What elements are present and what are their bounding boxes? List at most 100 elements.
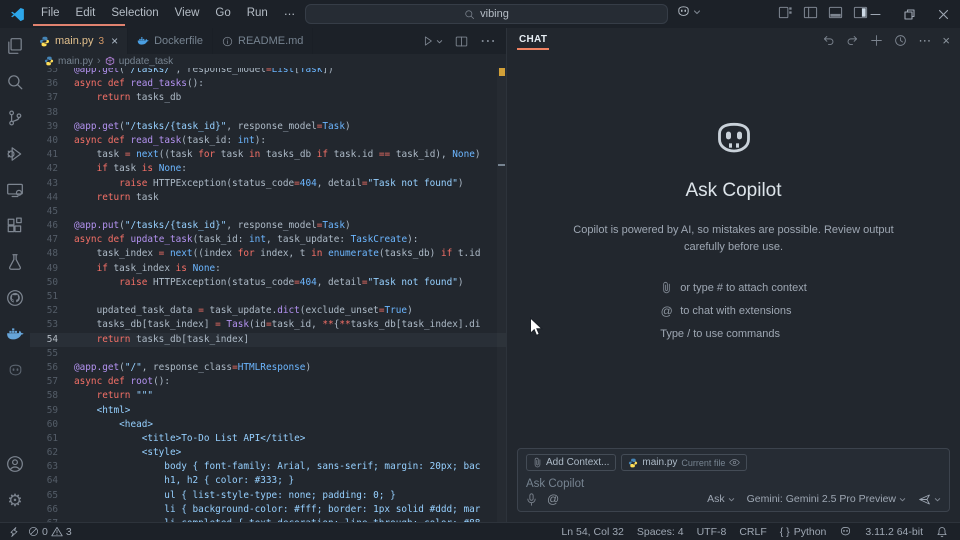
account-icon[interactable]: [0, 446, 30, 482]
run-button[interactable]: [422, 35, 443, 47]
source-control-icon[interactable]: [0, 100, 30, 136]
docker-icon[interactable]: [0, 316, 30, 352]
code-line[interactable]: 36async def read_tasks():: [30, 77, 506, 91]
line-number[interactable]: 55: [30, 347, 74, 361]
line-number[interactable]: 61: [30, 432, 74, 446]
menu-[interactable]: ⋯: [276, 4, 304, 24]
menu-edit[interactable]: Edit: [68, 4, 104, 24]
line-number[interactable]: 44: [30, 191, 74, 205]
code-line[interactable]: 61 <title>To-Do List API</title>: [30, 432, 506, 446]
code-line[interactable]: 45: [30, 205, 506, 219]
settings-gear-icon[interactable]: ⚙: [0, 482, 30, 518]
command-search-input[interactable]: vibing: [305, 4, 668, 24]
indentation[interactable]: Spaces: 4: [637, 526, 684, 538]
toggle-panel-icon[interactable]: [828, 5, 843, 20]
tab-main-py[interactable]: main.py 3 ×: [30, 28, 128, 54]
line-number[interactable]: 36: [30, 77, 74, 91]
line-number[interactable]: 62: [30, 446, 74, 460]
copilot-menu-button[interactable]: [676, 4, 701, 19]
eye-icon[interactable]: [729, 458, 740, 467]
chat-mode-dropdown[interactable]: Ask: [707, 493, 735, 505]
line-number[interactable]: 54: [30, 333, 74, 347]
code-line[interactable]: 59 <html>: [30, 404, 506, 418]
copilot-status-icon[interactable]: [839, 525, 852, 538]
chat-input-box[interactable]: Add Context... main.py Current file Ask …: [517, 448, 950, 512]
editor-more-actions[interactable]: ⋯: [480, 31, 496, 51]
tab-dockerfile[interactable]: Dockerfile: [128, 28, 213, 54]
line-number[interactable]: 57: [30, 375, 74, 389]
model-picker-dropdown[interactable]: Gemini: Gemini 2.5 Pro Preview: [747, 493, 906, 505]
line-number[interactable]: 42: [30, 162, 74, 176]
line-number[interactable]: 56: [30, 361, 74, 375]
line-number[interactable]: 51: [30, 290, 74, 304]
code-line[interactable]: 57async def root():: [30, 375, 506, 389]
customize-layout-icon[interactable]: [778, 5, 793, 20]
send-button[interactable]: [918, 493, 941, 506]
toggle-primary-sidebar-icon[interactable]: [803, 5, 818, 20]
menu-selection[interactable]: Selection: [103, 4, 166, 24]
chat-close-icon[interactable]: ×: [942, 34, 950, 47]
history-icon[interactable]: [894, 34, 907, 47]
code-line[interactable]: 51: [30, 290, 506, 304]
microphone-icon[interactable]: [526, 493, 537, 506]
code-line[interactable]: 60 <head>: [30, 418, 506, 432]
code-line[interactable]: 46@app.put("/tasks/{task_id}", response_…: [30, 219, 506, 233]
code-line[interactable]: 50 raise HTTPException(status_code=404, …: [30, 276, 506, 290]
menu-go[interactable]: Go: [207, 4, 238, 24]
line-number[interactable]: 63: [30, 460, 74, 474]
problems-indicator[interactable]: 0 3: [28, 526, 72, 538]
code-line[interactable]: 64 h1, h2 { color: #333; }: [30, 474, 506, 488]
redo-icon[interactable]: [846, 34, 859, 47]
run-debug-icon[interactable]: [0, 136, 30, 172]
code-line[interactable]: 38: [30, 106, 506, 120]
restore-button[interactable]: [892, 0, 926, 28]
chat-prompt-input[interactable]: Ask Copilot: [526, 478, 941, 490]
line-number[interactable]: 46: [30, 219, 74, 233]
line-number[interactable]: 58: [30, 389, 74, 403]
line-number[interactable]: 66: [30, 503, 74, 517]
breadcrumb-symbol[interactable]: update_task: [119, 56, 174, 67]
line-number[interactable]: 40: [30, 134, 74, 148]
line-number[interactable]: 38: [30, 106, 74, 120]
line-number[interactable]: 59: [30, 404, 74, 418]
code-line[interactable]: 52 updated_task_data = task_update.dict(…: [30, 304, 506, 318]
code-line[interactable]: 37 return tasks_db: [30, 91, 506, 105]
line-number[interactable]: 39: [30, 120, 74, 134]
code-line[interactable]: 42 if task is None:: [30, 162, 506, 176]
split-editor-icon[interactable]: [455, 35, 468, 48]
encoding[interactable]: UTF-8: [697, 526, 727, 538]
chat-tab[interactable]: CHAT: [517, 30, 549, 50]
github-icon[interactable]: [0, 280, 30, 316]
notifications-bell-icon[interactable]: [936, 526, 948, 538]
copilot-chat-icon[interactable]: [0, 352, 30, 388]
undo-icon[interactable]: [822, 34, 835, 47]
tab-close-icon[interactable]: ×: [111, 34, 118, 48]
close-window-button[interactable]: [926, 0, 960, 28]
menu-run[interactable]: Run: [239, 4, 276, 24]
explorer-icon[interactable]: [0, 28, 30, 64]
code-line[interactable]: 44 return task: [30, 191, 506, 205]
line-number[interactable]: 64: [30, 474, 74, 488]
cursor-position[interactable]: Ln 54, Col 32: [561, 526, 623, 538]
testing-icon[interactable]: [0, 244, 30, 280]
code-line[interactable]: 55: [30, 347, 506, 361]
line-number[interactable]: 52: [30, 304, 74, 318]
line-number[interactable]: 50: [30, 276, 74, 290]
tab-readme[interactable]: README.md: [213, 28, 313, 54]
remote-explorer-icon[interactable]: [0, 172, 30, 208]
line-number[interactable]: 41: [30, 148, 74, 162]
code-line[interactable]: 40async def read_task(task_id: int):: [30, 134, 506, 148]
code-line[interactable]: 54 return tasks_db[task_index]: [30, 333, 506, 347]
search-sidebar-icon[interactable]: [0, 64, 30, 100]
code-line[interactable]: 53 tasks_db[task_index] = Task(id=task_i…: [30, 318, 506, 332]
minimize-button[interactable]: [858, 0, 892, 28]
line-number[interactable]: 49: [30, 262, 74, 276]
editor-scrollbar[interactable]: [497, 68, 506, 522]
menu-file[interactable]: File: [33, 4, 68, 24]
code-line[interactable]: 43 raise HTTPException(status_code=404, …: [30, 177, 506, 191]
code-line[interactable]: 39@app.get("/tasks/{task_id}", response_…: [30, 120, 506, 134]
code-line[interactable]: 62 <style>: [30, 446, 506, 460]
code-line[interactable]: 56@app.get("/", response_class=HTMLRespo…: [30, 361, 506, 375]
line-number[interactable]: 45: [30, 205, 74, 219]
line-number[interactable]: 53: [30, 318, 74, 332]
